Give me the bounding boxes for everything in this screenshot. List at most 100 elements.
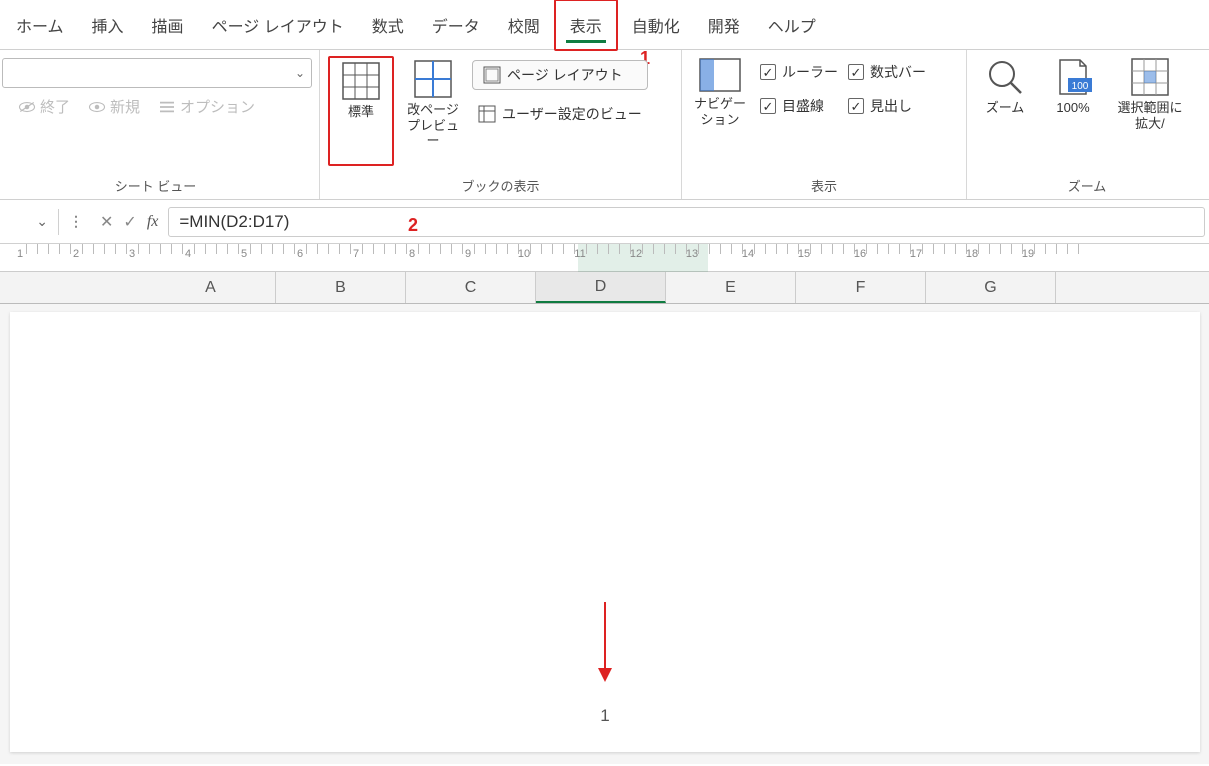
- ribbon-group-show-label: 表示: [690, 172, 958, 197]
- menu-view[interactable]: 表示: [554, 0, 618, 51]
- menu-home[interactable]: ホーム: [2, 1, 78, 49]
- eye-end-icon: [18, 100, 36, 114]
- menu-bar: ホーム 挿入 描画 ページ レイアウト 数式 データ 校閲 表示 自動化 開発 …: [0, 0, 1209, 50]
- ruler-number: 3: [129, 248, 135, 260]
- ruler-number: 13: [686, 248, 698, 260]
- column-header-D[interactable]: D: [536, 272, 666, 303]
- checkbox-icon: [848, 98, 864, 114]
- ruler-number: 12: [630, 248, 642, 260]
- divider: [58, 209, 59, 235]
- formula-input[interactable]: [168, 207, 1205, 237]
- page-100-icon: 100: [1052, 58, 1094, 96]
- ruler-number: 18: [966, 248, 978, 260]
- menu-developer[interactable]: 開発: [694, 1, 754, 49]
- view-normal-label: 標準: [348, 104, 374, 120]
- sheetview-end-label: 終了: [40, 96, 70, 117]
- navigation-label: ナビゲー ション: [694, 96, 746, 127]
- page-number: 1: [600, 706, 609, 726]
- checkbox-gridlines[interactable]: 目盛線: [760, 96, 838, 116]
- checkbox-icon: [848, 64, 864, 80]
- customview-icon: [478, 105, 496, 123]
- magnifier-icon: [986, 58, 1024, 96]
- ruler-number: 14: [742, 248, 754, 260]
- enter-icon[interactable]: ✓: [123, 212, 136, 232]
- ribbon-group-zoom-label: ズーム: [975, 172, 1199, 197]
- arrow-down-icon: [593, 602, 617, 682]
- ruler-number: 15: [798, 248, 810, 260]
- zoom-selection-label: 選択範囲に 拡大/: [1117, 100, 1182, 131]
- column-headers: A B C D E F G: [0, 272, 1209, 304]
- view-pagelayout-label: ページ レイアウト: [507, 65, 623, 85]
- formula-bar: ⌄ ⋮ ✕ ✓ fx: [0, 200, 1209, 244]
- view-pagebreak-label: 改ページ プレビュー: [402, 102, 464, 149]
- menu-help[interactable]: ヘルプ: [754, 1, 830, 49]
- checkbox-formulabar-label: 数式バー: [870, 62, 926, 82]
- zoom-label: ズーム: [986, 100, 1025, 116]
- checkbox-gridlines-label: 目盛線: [782, 96, 824, 116]
- pagebreak-icon: [414, 60, 452, 98]
- ruler-number: 6: [297, 248, 303, 260]
- column-header-E[interactable]: E: [666, 272, 796, 303]
- checkbox-icon: [760, 64, 776, 80]
- ribbon-group-bookview-label: ブックの表示: [328, 172, 673, 197]
- chevron-down-icon: ⌄: [36, 213, 48, 230]
- sheetview-new-label: 新規: [110, 96, 140, 117]
- worksheet-area[interactable]: 1: [0, 304, 1209, 764]
- menu-review[interactable]: 校閲: [494, 1, 554, 49]
- ruler-number: 19: [1022, 248, 1034, 260]
- ribbon-group-show: ナビゲー ション ルーラー 目盛線 数式バー 見出: [682, 50, 967, 199]
- ribbon-group-sheetview-label: シート ビュー: [0, 172, 311, 197]
- checkbox-headings[interactable]: 見出し: [848, 96, 926, 116]
- cancel-icon[interactable]: ✕: [100, 212, 113, 232]
- column-header-C[interactable]: C: [406, 272, 536, 303]
- sheetview-new-button[interactable]: 新規: [88, 96, 140, 117]
- grid-selection-icon: [1131, 58, 1169, 96]
- ruler-number: 5: [241, 248, 247, 260]
- navigation-icon: [699, 58, 741, 92]
- ruler-number: 2: [73, 248, 79, 260]
- dots-icon: ⋮: [63, 213, 90, 230]
- list-icon: [158, 100, 176, 114]
- menu-insert[interactable]: 挿入: [78, 1, 138, 49]
- annotation-2: 2: [408, 215, 418, 236]
- ribbon-group-sheetview: ⌄ 終了 新規 オプション シー: [0, 50, 320, 199]
- menu-pagelayout[interactable]: ページ レイアウト: [198, 1, 358, 49]
- svg-text:100: 100: [1072, 81, 1089, 92]
- zoom-100-button[interactable]: 100 100%: [1043, 56, 1103, 116]
- view-pagelayout-button[interactable]: ページ レイアウト: [472, 60, 648, 90]
- ruler-number: 16: [854, 248, 866, 260]
- view-pagebreak-button[interactable]: 改ページ プレビュー: [400, 56, 466, 151]
- eye-new-icon: [88, 100, 106, 114]
- ruler-number: 17: [910, 248, 922, 260]
- column-header-B[interactable]: B: [276, 272, 406, 303]
- checkbox-ruler[interactable]: ルーラー: [760, 62, 838, 82]
- sheetview-options-label: オプション: [180, 96, 255, 117]
- fx-icon[interactable]: fx: [147, 213, 159, 231]
- navigation-button[interactable]: ナビゲー ション: [690, 56, 750, 127]
- ribbon: ⌄ 終了 新規 オプション シー: [0, 50, 1209, 200]
- column-header-F[interactable]: F: [796, 272, 926, 303]
- ruler-number: 4: [185, 248, 191, 260]
- ruler-number: 1: [17, 248, 23, 260]
- sheetview-end-button[interactable]: 終了: [18, 96, 70, 117]
- menu-data[interactable]: データ: [418, 1, 494, 49]
- page: 1: [10, 312, 1200, 752]
- zoom-button[interactable]: ズーム: [975, 56, 1035, 116]
- ruler-number: 11: [574, 248, 585, 260]
- view-custom-button[interactable]: ユーザー設定のビュー: [472, 100, 648, 128]
- checkbox-formulabar[interactable]: 数式バー: [848, 62, 926, 82]
- column-header-G[interactable]: G: [926, 272, 1056, 303]
- view-custom-label: ユーザー設定のビュー: [502, 104, 642, 124]
- menu-draw[interactable]: 描画: [138, 1, 198, 49]
- view-normal-button[interactable]: 標準: [328, 56, 394, 166]
- checkbox-ruler-label: ルーラー: [782, 62, 838, 82]
- column-header-A[interactable]: A: [146, 272, 276, 303]
- name-box[interactable]: ⌄: [4, 213, 54, 230]
- zoom-selection-button[interactable]: 選択範囲に 拡大/: [1111, 56, 1189, 131]
- sheetview-options-button[interactable]: オプション: [158, 96, 255, 117]
- menu-automate[interactable]: 自動化: [618, 1, 694, 49]
- sheetview-dropdown[interactable]: ⌄: [2, 58, 312, 88]
- menu-formulas[interactable]: 数式: [358, 1, 418, 49]
- zoom-100-label: 100%: [1056, 100, 1089, 116]
- horizontal-ruler: 12345678910111213141516171819: [0, 244, 1209, 272]
